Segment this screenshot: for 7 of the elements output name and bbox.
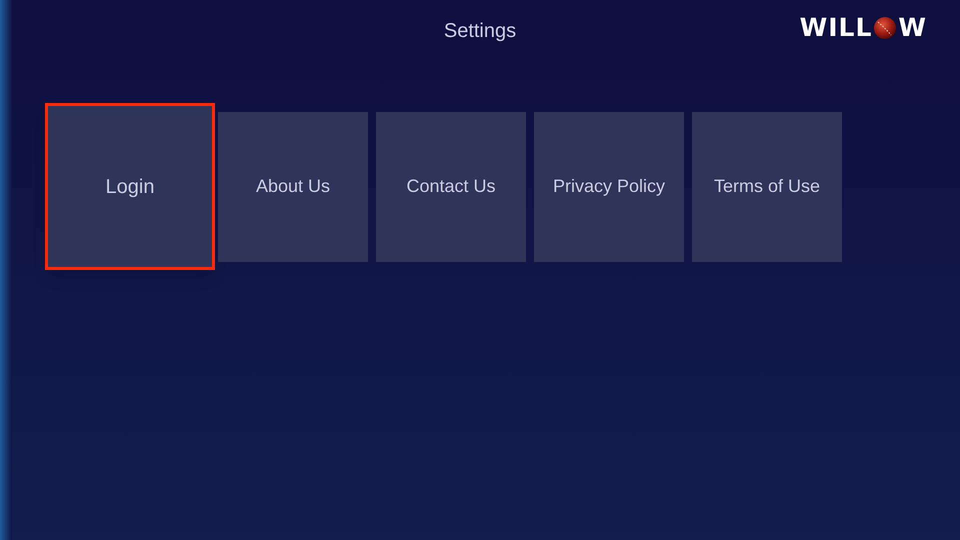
- menu-tile[interactable]: Privacy Policy: [534, 112, 684, 262]
- menu-tile[interactable]: Login: [45, 103, 215, 270]
- page-title: Settings: [444, 19, 516, 44]
- willow-logo: WILL W: [800, 15, 927, 40]
- menu-tile[interactable]: Contact Us: [376, 112, 526, 262]
- menu-tile[interactable]: About Us: [218, 112, 368, 262]
- menu-tile[interactable]: Terms of Use: [692, 112, 842, 262]
